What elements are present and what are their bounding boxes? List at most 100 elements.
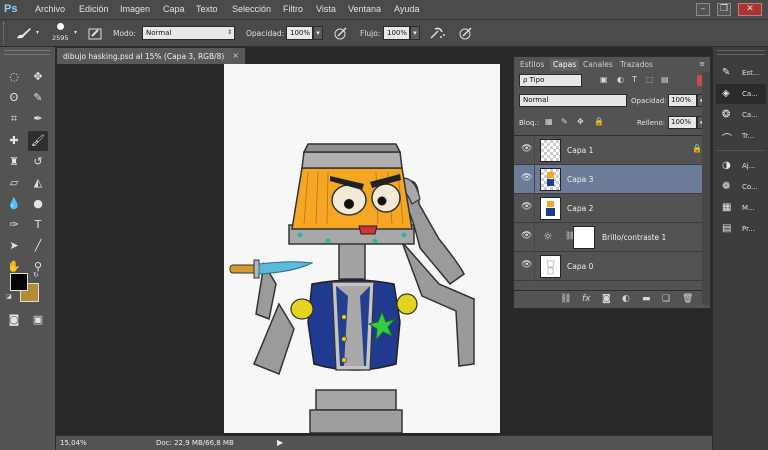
quick-selection-tool-icon[interactable]: ✎ xyxy=(28,88,48,108)
filter-shape-icon[interactable]: ⬚ xyxy=(646,75,654,84)
filter-smart-object-icon[interactable]: ▤ xyxy=(661,75,669,84)
lasso-tool-icon[interactable]: ʘ xyxy=(4,88,24,108)
delete-layer-icon[interactable]: 🗑 xyxy=(682,294,693,304)
foreground-color-swatch[interactable] xyxy=(10,273,28,291)
dodge-tool-icon[interactable]: ● xyxy=(28,194,48,214)
visibility-eye-icon[interactable]: 👁 xyxy=(521,144,532,154)
default-colors-icon[interactable]: ◪ xyxy=(6,293,12,300)
visibility-eye-icon[interactable]: 👁 xyxy=(521,173,532,183)
visibility-eye-icon[interactable]: 👁 xyxy=(521,231,532,241)
close-document-icon[interactable]: × xyxy=(232,51,239,60)
document-size[interactable]: Doc: 22,9 MB/66,8 MB xyxy=(156,439,234,447)
tab-capas[interactable]: Capas xyxy=(550,59,580,71)
link-layers-icon[interactable]: ⛓ xyxy=(560,294,571,304)
visibility-eye-icon[interactable]: 👁 xyxy=(521,260,532,270)
screen-mode-icon[interactable]: ▣ xyxy=(28,310,48,330)
fx-icon[interactable]: fx xyxy=(582,294,591,304)
menu-seleccion[interactable]: Selección xyxy=(232,4,271,14)
quick-mask-icon[interactable]: ◙ xyxy=(4,310,24,330)
layer-mask-thumbnail[interactable] xyxy=(573,226,595,249)
minimize-icon[interactable]: – xyxy=(696,3,710,16)
pen-tool-icon[interactable]: ✑ xyxy=(4,215,24,235)
brush-preset-picker[interactable]: 2595 xyxy=(51,22,71,45)
opacity-field[interactable]: 100% xyxy=(286,26,313,40)
menu-texto[interactable]: Texto xyxy=(196,4,218,14)
brush-tool-icon[interactable]: 🖌 xyxy=(28,131,48,151)
layer-row[interactable]: 👁 Capa 3 xyxy=(514,165,710,194)
lock-all-icon[interactable]: 🔒 xyxy=(594,117,604,126)
blend-mode-select[interactable]: Normal xyxy=(519,94,627,107)
document-canvas[interactable] xyxy=(224,64,500,433)
dock-brush-presets[interactable]: ✎ Est... xyxy=(716,63,766,83)
pressure-size-icon[interactable] xyxy=(458,26,474,41)
layer-opacity-field[interactable]: 100% xyxy=(668,94,697,107)
layer-row[interactable]: 👁 Capa 1 🔒 xyxy=(514,136,710,165)
paint-bucket-tool-icon[interactable]: ◭ xyxy=(28,173,48,193)
menu-imagen[interactable]: Imagen xyxy=(120,4,150,14)
menu-filtro[interactable]: Filtro xyxy=(283,4,303,14)
add-mask-icon[interactable]: ◙ xyxy=(602,294,611,304)
dock-paths[interactable]: ⌒ Tr... xyxy=(716,126,766,146)
pressure-opacity-icon[interactable] xyxy=(333,26,349,41)
tab-canales[interactable]: Canales xyxy=(580,59,616,71)
brush-panel-icon[interactable] xyxy=(88,26,102,40)
lock-image-icon[interactable]: ✎ xyxy=(561,117,568,126)
path-selection-tool-icon[interactable]: ➤ xyxy=(4,236,24,256)
visibility-eye-icon[interactable]: 👁 xyxy=(521,202,532,212)
airbrush-icon[interactable] xyxy=(429,26,446,41)
restore-icon[interactable]: ❐ xyxy=(717,3,731,16)
dock-channels[interactable]: ❂ Ca... xyxy=(716,105,766,125)
swap-colors-icon[interactable]: ↻ xyxy=(33,271,39,279)
dock-layers[interactable]: ◈ Ca... xyxy=(716,84,766,104)
lock-transparent-icon[interactable]: ▦ xyxy=(545,117,553,126)
lock-position-icon[interactable]: ✥ xyxy=(577,117,584,126)
healing-brush-tool-icon[interactable]: ✚ xyxy=(4,131,24,151)
new-layer-icon[interactable]: ❏ xyxy=(662,294,670,304)
eraser-tool-icon[interactable]: ▱ xyxy=(4,173,24,193)
menu-archivo[interactable]: Archivo xyxy=(35,4,65,14)
dock-properties[interactable]: ▤ Pr... xyxy=(716,219,766,239)
brush-preset-arrow-icon[interactable]: ▾ xyxy=(74,29,77,36)
eyedropper-tool-icon[interactable]: ✒ xyxy=(28,109,48,129)
dock-adjustments[interactable]: ◑ Aj... xyxy=(716,156,766,176)
marquee-tool-icon[interactable]: ◌ xyxy=(4,67,24,87)
opacity-dropdown-icon[interactable]: ▾ xyxy=(313,26,323,40)
filter-adjustment-icon[interactable]: ◐ xyxy=(617,75,624,84)
menu-edicion[interactable]: Edición xyxy=(79,4,109,14)
status-menu-arrow-icon[interactable]: ▶ xyxy=(277,438,283,447)
dock-color[interactable]: ❁ Co... xyxy=(716,177,766,197)
flow-dropdown-icon[interactable]: ▾ xyxy=(410,26,420,40)
close-window-icon[interactable]: ✕ xyxy=(738,3,762,16)
clone-stamp-tool-icon[interactable]: ♜ xyxy=(4,152,24,172)
menu-ayuda[interactable]: Ayuda xyxy=(394,4,419,14)
blur-tool-icon[interactable]: 💧 xyxy=(4,194,24,214)
panel-scrollbar[interactable] xyxy=(702,72,710,305)
move-tool-icon[interactable]: ✥ xyxy=(28,67,48,87)
tool-preset-arrow-icon[interactable]: ▾ xyxy=(36,29,39,36)
type-tool-icon[interactable]: T xyxy=(28,215,48,235)
new-group-icon[interactable]: ▬ xyxy=(642,294,651,304)
layer-filter-select[interactable]: ρ Tipo xyxy=(519,74,582,87)
history-brush-tool-icon[interactable]: ↺ xyxy=(28,152,48,172)
menu-capa[interactable]: Capa xyxy=(163,4,185,14)
tab-trazados[interactable]: Trazados xyxy=(617,59,656,71)
flow-field[interactable]: 100% xyxy=(383,26,410,40)
filter-type-icon[interactable]: T xyxy=(632,75,637,84)
brush-tool-icon[interactable] xyxy=(15,26,33,40)
menu-vista[interactable]: Vista xyxy=(316,4,336,14)
layer-row[interactable]: 👁 Capa 0 xyxy=(514,252,710,281)
new-adjustment-icon[interactable]: ◐ xyxy=(622,294,630,304)
crop-tool-icon[interactable]: ⌗ xyxy=(4,109,24,129)
panel-menu-icon[interactable]: ≡ xyxy=(699,60,705,68)
menu-ventana[interactable]: Ventana xyxy=(348,4,381,14)
dock-swatches[interactable]: ▦ M... xyxy=(716,198,766,218)
tab-estilos[interactable]: Estilos xyxy=(517,59,547,71)
zoom-level[interactable]: 15,04% xyxy=(60,439,87,447)
document-tab[interactable]: dibujo hasking.psd al 15% (Capa 3, RGB/8… xyxy=(56,47,246,64)
adjustment-layer-row[interactable]: 👁 ☼ ⛓ Brillo/contraste 1 xyxy=(514,223,710,252)
line-tool-icon[interactable]: ╱ xyxy=(28,236,48,256)
filter-pixel-icon[interactable]: ▣ xyxy=(600,75,608,84)
mode-select[interactable]: Normal xyxy=(142,26,235,40)
layer-row[interactable]: 👁 Capa 2 xyxy=(514,194,710,223)
fill-field[interactable]: 100% xyxy=(668,116,697,129)
